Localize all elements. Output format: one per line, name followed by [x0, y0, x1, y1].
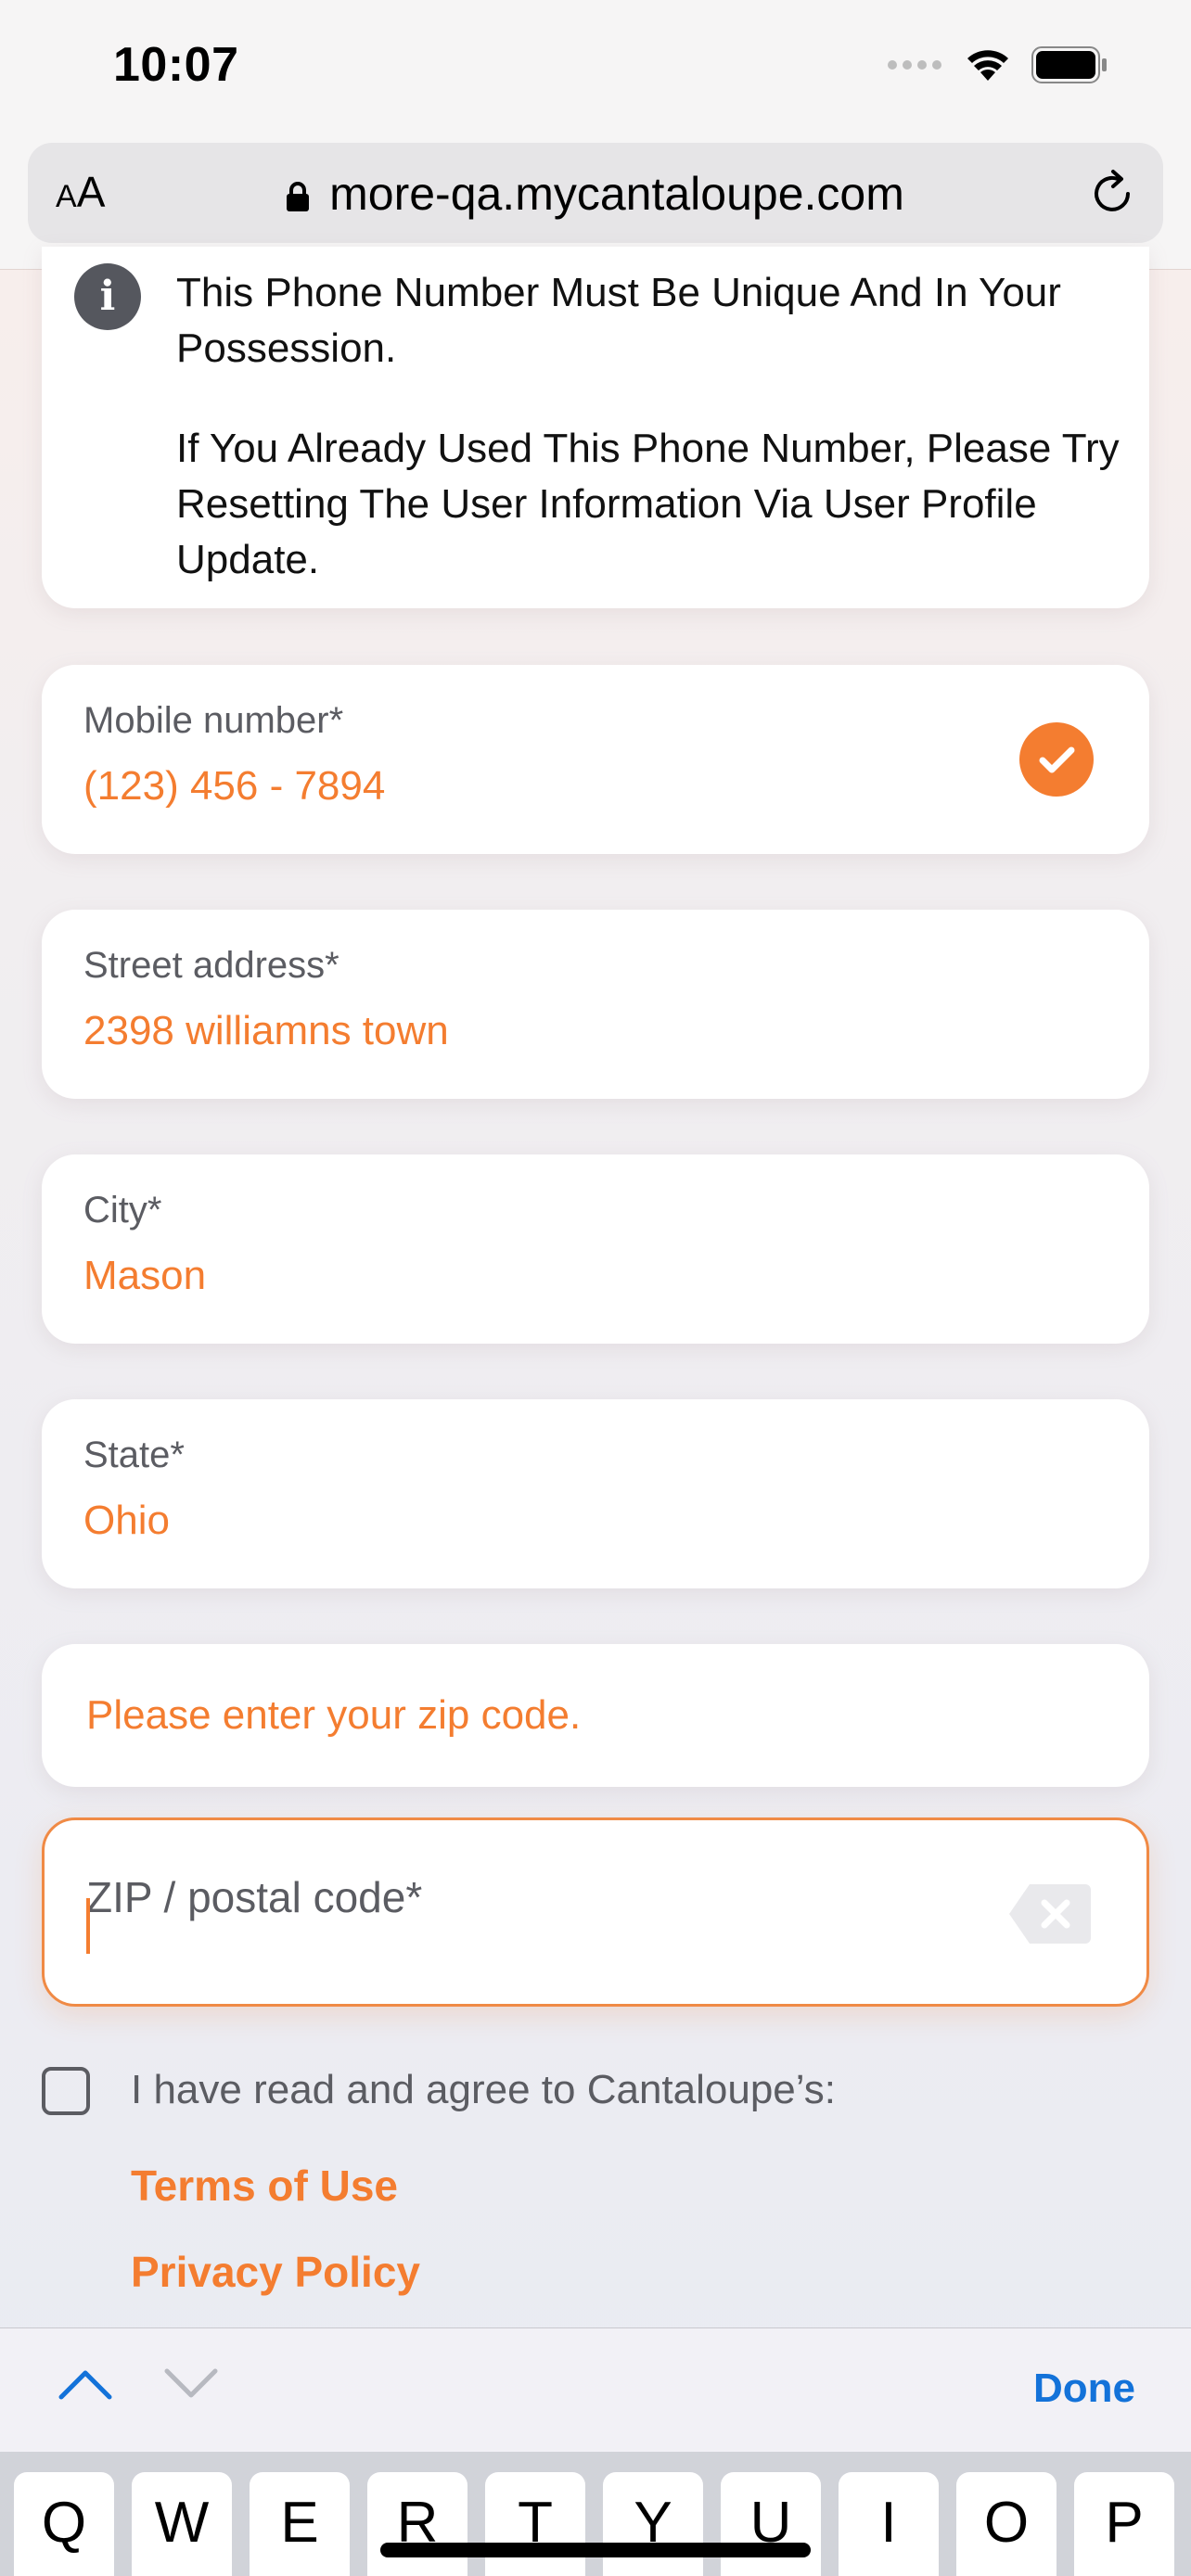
mobile-number-label: Mobile number* [83, 700, 344, 741]
chevron-down-icon[interactable] [163, 2366, 219, 2403]
url-display[interactable]: more-qa.mycantaloupe.com [28, 167, 1163, 221]
key-e[interactable]: E [250, 2472, 350, 2576]
street-address-value[interactable]: 2398 williamns town [83, 1008, 449, 1054]
status-bar: 10:07 [0, 0, 1191, 130]
city-value[interactable]: Mason [83, 1253, 206, 1299]
state-label: State* [83, 1435, 185, 1475]
terms-agreement-text: I have read and agree to Cantaloupe’s: [131, 2067, 836, 2112]
lock-icon [287, 182, 310, 211]
terms-checkbox[interactable] [42, 2067, 90, 2115]
clear-input-icon[interactable] [1007, 1882, 1093, 1945]
key-o[interactable]: O [956, 2472, 1057, 2576]
reload-icon[interactable] [1087, 169, 1137, 219]
mobile-number-field[interactable]: Mobile number* (123) 456 - 7894 [42, 665, 1149, 854]
keyboard: Q W E R T Y U I O P [0, 2452, 1191, 2576]
terms-of-use-link[interactable]: Terms of Use [131, 2161, 398, 2211]
key-q[interactable]: Q [14, 2472, 114, 2576]
key-y[interactable]: Y [603, 2472, 703, 2576]
battery-icon [1031, 46, 1107, 83]
privacy-policy-link[interactable]: Privacy Policy [131, 2247, 420, 2297]
key-u[interactable]: U [721, 2472, 821, 2576]
cellular-signal-icon [888, 60, 941, 70]
info-icon: i [74, 263, 141, 330]
phone-info-notice: i This Phone Number Must Be Unique And I… [42, 247, 1149, 608]
url-text: more-qa.mycantaloupe.com [329, 168, 904, 220]
info-text: This Phone Number Must Be Unique And In … [176, 265, 1132, 608]
zip-error-text: Please enter your zip code. [86, 1692, 582, 1738]
terms-agreement-row: I have read and agree to Cantaloupe’s: [42, 2063, 1149, 2128]
zip-code-input[interactable]: ZIP / postal code* [42, 1817, 1149, 2007]
key-i[interactable]: I [839, 2472, 939, 2576]
state-value[interactable]: Ohio [83, 1498, 170, 1544]
done-button[interactable]: Done [1033, 2366, 1135, 2412]
key-r[interactable]: R [367, 2472, 467, 2576]
address-bar[interactable]: AA more-qa.mycantaloupe.com [28, 143, 1163, 243]
zip-code-placeholder: ZIP / postal code* [86, 1873, 423, 1921]
key-p[interactable]: P [1074, 2472, 1174, 2576]
chevron-up-icon[interactable] [58, 2366, 113, 2403]
key-t[interactable]: T [485, 2472, 585, 2576]
mobile-number-value[interactable]: (123) 456 - 7894 [83, 763, 385, 810]
state-field[interactable]: State* Ohio [42, 1399, 1149, 1588]
city-field[interactable]: City* Mason [42, 1154, 1149, 1344]
status-icons [887, 46, 1108, 83]
keyboard-accessory-bar: Done [0, 2327, 1191, 2453]
key-w[interactable]: W [132, 2472, 232, 2576]
street-address-field[interactable]: Street address* 2398 williamns town [42, 910, 1149, 1099]
info-line-unique: This Phone Number Must Be Unique And In … [176, 270, 1061, 371]
text-cursor [86, 1898, 90, 1954]
city-label: City* [83, 1190, 162, 1231]
status-time: 10:07 [113, 38, 239, 92]
wifi-icon [967, 50, 1008, 81]
info-line-reset: If You Already Used This Phone Number, P… [176, 426, 1120, 582]
verified-check-icon [1019, 722, 1094, 797]
zip-error-message: Please enter your zip code. [42, 1644, 1149, 1787]
street-address-label: Street address* [83, 945, 339, 986]
home-indicator[interactable] [380, 2543, 811, 2557]
